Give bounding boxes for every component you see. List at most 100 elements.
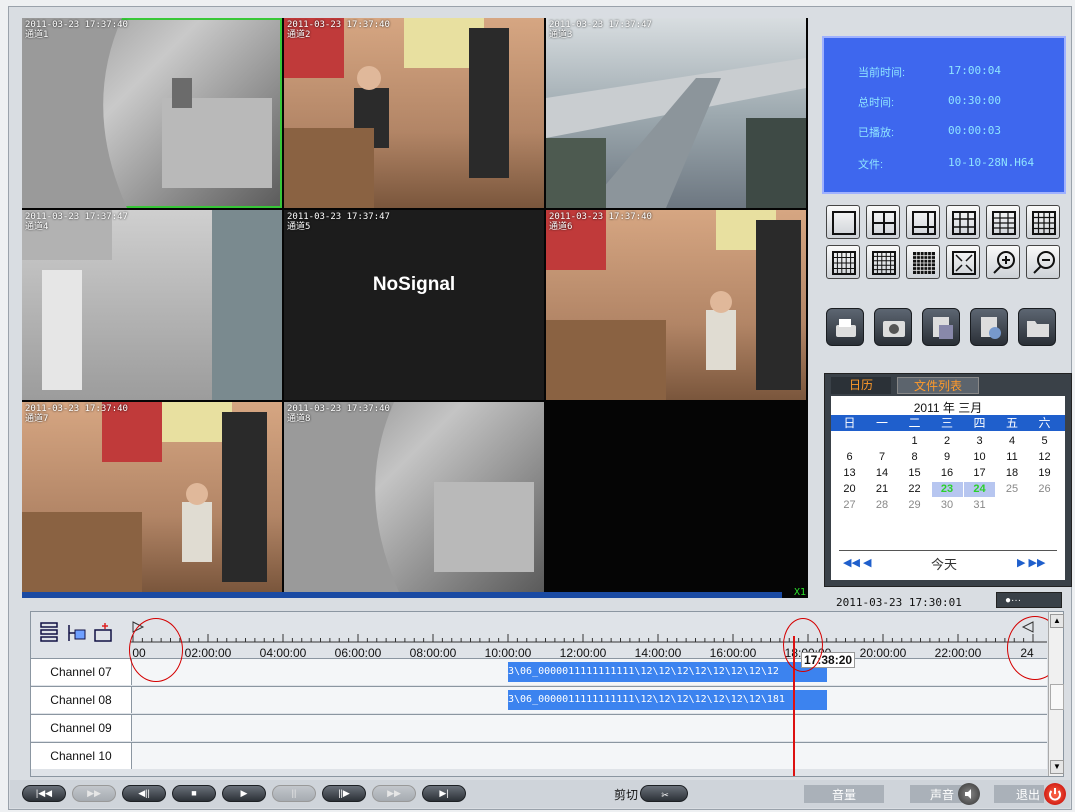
layout-6-button[interactable] [906,205,940,239]
weekday-label: 二 [908,416,921,430]
video-tile-8[interactable]: 2011-03-23 17:37:40 通道8 [284,402,544,592]
tile-timestamp: 2011-03-23 17:37:47 通道3 [549,20,652,40]
play-button[interactable]: ▶ [222,785,266,802]
calendar-day[interactable]: 30 [932,498,963,513]
convert-button[interactable] [970,308,1008,346]
video-wall[interactable]: 2011-03-23 17:37:40 通道1 2011-03-23 17:37… [22,18,808,598]
calendar-day[interactable]: 29 [899,498,930,513]
calendar-day[interactable]: 5 [1029,434,1060,449]
total-time-label: 总时间: [858,97,895,109]
pause-button[interactable]: || [272,785,316,802]
calendar-day[interactable]: 11 [997,450,1028,465]
video-tile-3[interactable]: 2011-03-23 17:37:47 通道3 [546,18,806,208]
step-forward-button[interactable]: ||▶ [322,785,366,802]
calendar-day[interactable]: 24 [964,482,995,497]
tile-timestamp: 2011-03-23 17:37:40 通道7 [25,404,128,424]
calendar-day[interactable]: 1 [899,434,930,449]
channel-row[interactable]: Channel 09 [31,714,1047,741]
layout-4-button[interactable] [866,205,900,239]
power-icon[interactable] [1044,783,1066,805]
scroll-down-icon[interactable]: ▼ [1050,760,1064,774]
calendar-day[interactable]: 15 [899,466,930,481]
time-ruler[interactable]: 00 02:00:00 04:00:00 06:00:00 08:00:00 10:00:… [131,616,1047,660]
zoom-out-button[interactable] [1026,245,1060,279]
channel-row[interactable]: Channel 10 [31,742,1047,769]
calendar-day[interactable]: 19 [1029,466,1060,481]
layout-20-button[interactable] [826,245,860,279]
today-button[interactable]: 今天 [931,554,957,573]
calendar-day[interactable]: 16 [932,466,963,481]
recording-segment[interactable]: 3\06_0000011111111111\12\12\12\12\12\12\… [508,662,827,682]
video-tile-5[interactable]: 2011-03-23 17:37:47 通道5 NoSignal [284,210,544,400]
fullscreen-button[interactable] [946,245,980,279]
scroll-up-icon[interactable]: ▲ [1050,614,1064,628]
backup-button[interactable] [826,308,864,346]
video-tile-6[interactable]: 2011-03-23 17:37:40 通道6 [546,210,806,400]
played-label: 已播放: [858,127,895,139]
video-progress-strip [22,592,782,598]
open-folder-button[interactable] [1018,308,1056,346]
recording-segment[interactable]: 3\06_0000011111111111\12\12\12\12\12\12\… [508,690,827,710]
calendar-day[interactable]: 17 [964,466,995,481]
current-time-label: 当前时间: [858,67,906,79]
layout-1-button[interactable] [826,205,860,239]
layout-36-button[interactable] [906,245,940,279]
export-button[interactable] [922,308,960,346]
calendar-next-nav[interactable]: ▶ ▶▶ [1017,556,1045,569]
channel-row[interactable]: Channel 08 3\06_0000011111111111\12\12\12… [31,686,1047,713]
calendar-day[interactable]: 28 [867,498,898,513]
calendar-day[interactable]: 31 [964,498,995,513]
video-tile-7[interactable]: 2011-03-23 17:37:40 通道7 [22,402,282,592]
layout-12-button[interactable] [986,205,1020,239]
tab-calendar[interactable]: 日历 [831,377,891,394]
calendar-day[interactable]: 7 [867,450,898,465]
calendar-day[interactable]: 20 [834,482,865,497]
timeline-scrollbar[interactable]: ▲ ▼ [1048,612,1064,776]
layout-9-button[interactable] [946,205,980,239]
snapshot-button[interactable] [874,308,912,346]
tab-file-list[interactable]: 文件列表 [897,377,979,394]
calendar-day[interactable]: 14 [867,466,898,481]
fast-forward-button[interactable]: ▶▶ [372,785,416,802]
calendar-day[interactable]: 9 [932,450,963,465]
step-back-button[interactable]: ◀|| [122,785,166,802]
layout-16-button[interactable] [1026,205,1060,239]
channel-row[interactable]: Channel 07 3\06_0000011111111111\12\12\12… [31,658,1047,685]
file-value: 10-10-28N.H64 [948,156,1035,169]
calendar-day[interactable]: 8 [899,450,930,465]
calendar-day[interactable]: 21 [867,482,898,497]
video-tile-2[interactable]: 2011-03-23 17:37:40 通道2 [284,18,544,208]
cut-button[interactable]: ✂ [640,785,688,802]
skip-end-button[interactable]: ▶| [422,785,466,802]
calendar-day[interactable]: 18 [997,466,1028,481]
scroll-thumb[interactable] [1050,684,1064,710]
calendar-day[interactable]: 4 [997,434,1028,449]
calendar-day[interactable]: 25 [997,482,1028,497]
tile-timestamp: 2011-03-23 17:37:40 通道6 [549,212,652,232]
stop-button[interactable]: ■ [172,785,216,802]
calendar-day[interactable]: 26 [1029,482,1060,497]
timeline-panel[interactable]: 00 02:00:00 04:00:00 06:00:00 08:00:00 10:00:… [30,611,1064,777]
calendar-day[interactable]: 12 [1029,450,1060,465]
datetime-menu-button[interactable]: ●··· [996,592,1062,608]
weekday-label: 一 [875,416,888,430]
calendar-day[interactable]: 23 [931,482,963,497]
sound-toggle-button[interactable] [958,783,980,805]
calendar-day[interactable]: 22 [899,482,930,497]
skip-start-button[interactable]: |◀◀ [22,785,66,802]
calendar-day[interactable]: 13 [834,466,865,481]
calendar-prev-nav[interactable]: ◀◀ ◀ [843,556,871,569]
zoom-in-button[interactable] [986,245,1020,279]
channel-label: Channel 09 [31,715,132,741]
calendar-day[interactable]: 10 [964,450,995,465]
video-tile-1[interactable]: 2011-03-23 17:37:40 通道1 [22,18,282,208]
current-datetime: 2011-03-23 17:30:01 [836,596,962,609]
calendar-day[interactable]: 6 [834,450,865,465]
calendar-day[interactable]: 27 [834,498,865,513]
calendar-day[interactable]: 3 [964,434,995,449]
video-tile-9[interactable] [546,402,806,592]
calendar-day[interactable]: 2 [932,434,963,449]
video-tile-4[interactable]: 2011-03-23 17:37:47 通道4 [22,210,282,400]
layout-25-button[interactable] [866,245,900,279]
fast-forward-disabled-button[interactable]: ▶▶ [72,785,116,802]
